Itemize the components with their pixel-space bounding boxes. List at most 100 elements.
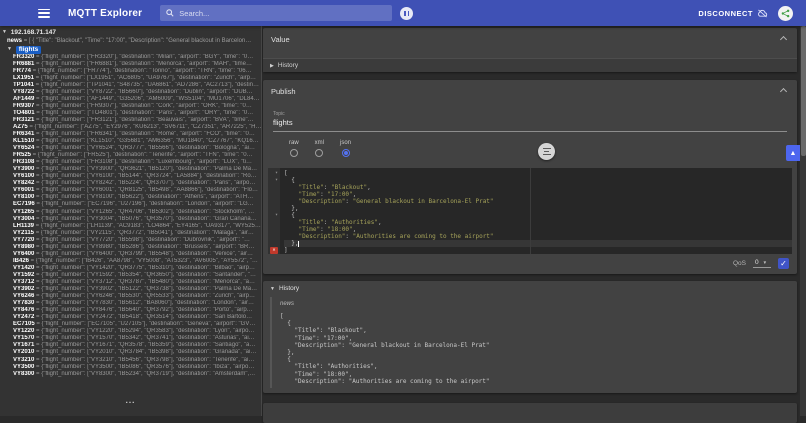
tree-node-FR3121[interactable]: FR3121 = {"flight_number": ["FR3121"], "… [0,117,261,124]
format-radio-xml[interactable]: xml [315,140,324,157]
editor-code[interactable]: [ { "Title": "Blackout", "Time": "17:00"… [280,168,792,254]
editor-line[interactable]: "Title": "Blackout", [284,184,792,191]
tree-node-EC7196[interactable]: EC7196 = {"flight_number": ["EC7196", "U… [0,201,261,208]
editor-line[interactable]: "Description": "Authorities are coming t… [284,233,792,240]
tree-node-FR3108[interactable]: FR3108 = {"flight_number": ["FR3108"], "… [0,159,261,166]
tree-node-VY3902[interactable]: VY3902 = {"flight_number": ["VY3902", "I… [0,286,261,293]
tree-node-VY2010[interactable]: VY2010 = {"flight_number": ["VY2010", "Q… [0,349,261,356]
tree-node-VY6100[interactable]: VY6100 = {"flight_number": ["VY6100", "I… [0,173,261,180]
editor-line[interactable]: "Description": "General blackout in Barc… [284,198,792,205]
tree-node-KL1510[interactable]: KL1510 = {"flight_number": ["KL1510", "G… [0,138,261,145]
editor-gutter: ▾▾▾✕ [268,168,280,254]
value-history-accordion[interactable]: ▶ History [263,58,797,72]
history-title: History [279,285,299,292]
tree-node-VY8980[interactable]: VY8980 = {"flight_number": ["VY8980", "I… [0,244,261,251]
tree-node-LH1139[interactable]: LH1139 = {"flight_number": ["LH1139", "A… [0,223,261,230]
collapse-caret-icon[interactable]: ▼ [2,29,7,35]
dropdown-arrow-icon: ▼ [763,260,767,265]
editor-line[interactable]: { [284,177,792,184]
connection-status-avatar[interactable] [778,6,793,21]
tree-node-VY8722[interactable]: VY8722 = {"flight_number": ["VY8722", "I… [0,89,261,96]
editor-line[interactable]: "Time": "18:00", [284,226,792,233]
tree-node-EC7105[interactable]: EC7105 = {"flight_number": ["EC7105", "U… [0,321,261,328]
editor-line[interactable]: "Time": "17:00", [284,191,792,198]
tree-node-VY1671[interactable]: VY1671 = {"flight_number": ["VY1671", "Q… [0,342,261,349]
tree-node-VY8100[interactable]: VY8100 = {"flight_number": ["VY8100", "I… [0,194,261,201]
tree-node-FR6341[interactable]: FR6341 = {"flight_number": ["FR6341"], "… [0,131,261,138]
tree-node-AF1449[interactable]: AF1449 = {"flight_number": ["AF1449", "G… [0,96,261,103]
tree-node-VY2115[interactable]: VY2115 = {"flight_number": ["VY2115", "Q… [0,230,261,237]
radio-circle-icon[interactable] [315,149,323,157]
value-panel-title: Value [263,28,797,44]
tree-node-VY6246[interactable]: VY6246 = {"flight_number": ["VY6246", "I… [0,293,261,300]
tree-node-VY1420[interactable]: VY1420 = {"flight_number": ["VY1420", "Q… [0,265,261,272]
tree-node-FR774[interactable]: FR774 = {"flight_number": ["FR774"], "de… [0,68,261,75]
history-entry-topic: news [280,301,792,307]
vertical-scrollbar[interactable] [800,26,806,416]
tree-node-AZ75[interactable]: AZ75 = {"flight_number": ["AZ75", "EY297… [0,124,261,131]
tree-node-host[interactable]: ▼ 192.168.71.147 [0,28,261,37]
pause-button[interactable] [400,7,413,20]
radio-circle-icon[interactable] [342,149,350,157]
editor-line[interactable]: { [284,212,792,219]
tree-node-VY3500[interactable]: VY3500 = {"flight_number": ["VY3500", "I… [0,364,261,371]
network-icon [781,9,790,18]
tree-node-VY7720[interactable]: VY7720 = {"flight_number": ["VY7720", "I… [0,237,261,244]
editor-line[interactable]: }, [284,240,792,247]
tree-node-FR6881[interactable]: FR6881 = {"flight_number": ["FR6881"], "… [0,61,261,68]
scrollbar-thumb[interactable] [801,26,806,156]
qos-value: 0 [755,259,759,266]
tree-node-IB426[interactable]: IB426 = {"flight_number": ["IB426", "AA8… [0,258,261,265]
tree-node-VY1220[interactable]: VY1220 = {"flight_number": ["VY1220", "I… [0,328,261,335]
tree-node-VY1265[interactable]: VY1265 = {"flight_number": ["VY1265", "Q… [0,209,261,216]
editor-line[interactable]: [ [284,170,792,177]
tree-node-VY1570[interactable]: VY1570 = {"flight_number": ["VY1570", "I… [0,335,261,342]
retain-checkbox[interactable]: ✓ [778,258,789,269]
tree-node-VY1592[interactable]: VY1592 = {"flight_number": ["VY1592", "I… [0,272,261,279]
format-radio-label: json [340,140,351,146]
history-panel: ▼ History news [ { "Title": "Blackout", … [263,281,797,393]
payload-editor[interactable]: ▾▾▾✕ [ { "Title": "Blackout", "Time": "1… [268,168,792,254]
tree-node-news[interactable]: news = [ { "Title": "Blackout", "Time": … [0,37,261,45]
format-radio-label: raw [289,140,299,146]
editor-line[interactable]: }, [284,205,792,212]
history-entry[interactable]: news [ { "Title": "Blackout", "Time": "1… [270,297,792,388]
tree-node-VY8476[interactable]: VY8476 = {"flight_number": ["VY8476", "I… [0,307,261,314]
tree-node-VY3900[interactable]: VY3900 = {"flight_number": ["VY3900", "Q… [0,166,261,173]
search-input[interactable]: Search... [160,5,392,21]
history-header[interactable]: ▼ History [263,281,797,292]
publish-panel: Publish Topic flights rawxmljson ▲ ▾▾▾✕ … [263,80,797,274]
tree-node-VY3210[interactable]: VY3210 = {"flight_number": ["VY3210", "I… [0,357,261,364]
editor-line[interactable]: ] [284,247,792,254]
topic-input[interactable]: flights [273,118,787,132]
tree-node-TP1041[interactable]: TP1041 = {"flight_number": ["TP1041", "S… [0,82,261,89]
tree-node-flights[interactable]: ▼ flights [0,45,261,54]
collapse-caret-icon[interactable]: ▼ [7,46,12,52]
qos-select[interactable]: 0 ▼ [753,259,771,268]
fold-arrow-icon: ▾ [268,212,280,219]
tree-node-VY6524[interactable]: VY6524 = {"flight_number": ["VY6524", "Q… [0,145,261,152]
tree-node-VY3004[interactable]: VY3004 = {"flight_number": ["VY3004", "I… [0,216,261,223]
publish-send-button[interactable]: ▲ [786,145,800,161]
tree-node-FR525[interactable]: FR525 = {"flight_number": ["FR525"], "de… [0,152,261,159]
tree-node-VY2472[interactable]: VY2472 = {"flight_number": ["VY2472", "I… [0,314,261,321]
disconnect-button[interactable]: DISCONNECT [698,9,768,18]
tree-node-FR3320[interactable]: FR3320 = {"flight_number": ["FR3320"], "… [0,54,261,61]
tree-node-LX1951[interactable]: LX1951 = {"flight_number": ["LX1951", "A… [0,75,261,82]
tree-node-VY6400[interactable]: VY6400 = {"flight_number": ["VY6400", "Q… [0,251,261,258]
text-cursor [298,241,299,247]
tree-node-VY8300[interactable]: VY8300 = {"flight_number": ["VY8300", "I… [0,371,261,378]
tree-node-VY8242[interactable]: VY8242 = {"flight_number": ["VY8242", "I… [0,180,261,187]
tree-node-TO4801[interactable]: TO4801 = {"flight_number": ["TO4801"], "… [0,110,261,117]
radio-circle-icon[interactable] [290,149,298,157]
tree-node-VY6001[interactable]: VY6001 = {"flight_number": ["VY6001", "Q… [0,187,261,194]
editor-line[interactable]: "Title": "Authorities", [284,219,792,226]
format-radio-raw[interactable]: raw [289,140,299,157]
tree-node-VY7830[interactable]: VY7830 = {"flight_number": ["VY7830", "I… [0,300,261,307]
tree-node-FR9307[interactable]: FR9307 = {"flight_number": ["FR9307"], "… [0,103,261,110]
fold-arrow-icon: ▾ [268,177,280,184]
menu-icon[interactable] [38,9,50,18]
tree-node-VY3712[interactable]: VY3712 = {"flight_number": ["VY3712", "Q… [0,279,261,286]
format-radio-json[interactable]: json [340,140,351,157]
format-json-button[interactable] [538,143,555,160]
